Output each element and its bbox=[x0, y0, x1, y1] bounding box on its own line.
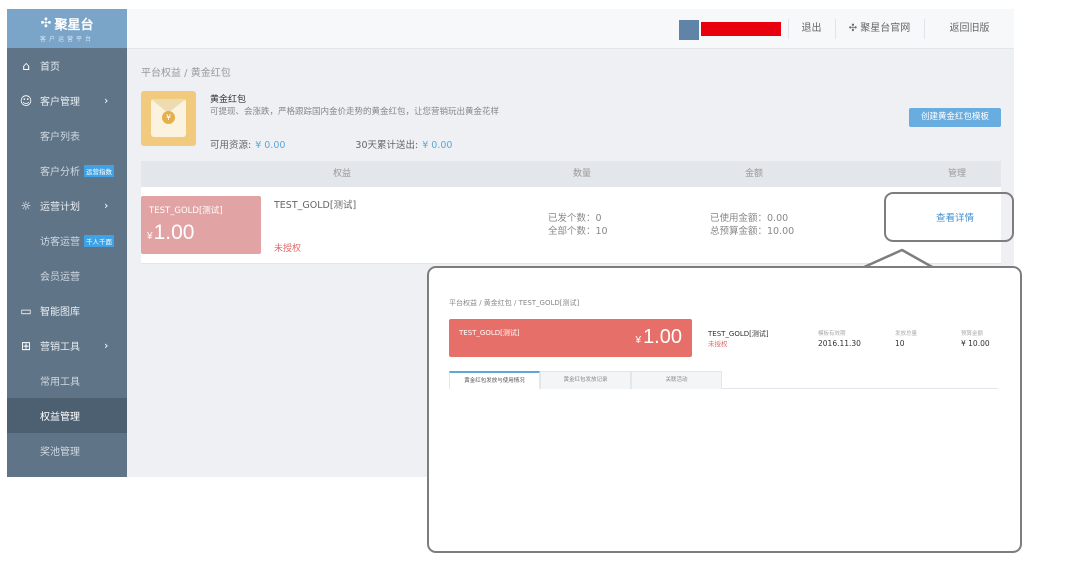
gift-icon: ⊞ bbox=[20, 338, 32, 353]
sidebar-item-label: 客户管理 bbox=[40, 97, 80, 108]
sidebar-item-visitor-operation[interactable]: 访客运营 千人千面 bbox=[7, 223, 127, 258]
amount-values: 已使用金额：0.00 总预算金额：10.00 bbox=[710, 212, 794, 238]
chevron-right-icon: › bbox=[104, 339, 109, 352]
sidebar-item-label: 权益管理 bbox=[40, 412, 80, 423]
logo[interactable]: ✣ 聚星台 客户运营平台 bbox=[7, 9, 127, 48]
benefit-name: TEST_GOLD[测试] bbox=[274, 200, 357, 211]
logo-icon: ✣ bbox=[40, 16, 52, 31]
sidebar-item-label: 常用工具 bbox=[40, 377, 80, 388]
detail-link-highlight bbox=[884, 192, 1014, 242]
sidebar-item-label: 奖池管理 bbox=[40, 447, 80, 458]
detail-tabs: 黄金红包发放与使用情况 黄金红包发放记录 关联活动 bbox=[449, 371, 998, 389]
resource-stats: 可用资源: ¥ 0.00 30天累计送出: ¥ 0.00 bbox=[210, 137, 452, 151]
coupon-card: TEST_GOLD[测试] ¥1.00 bbox=[141, 196, 261, 254]
budget-value: ¥ 10.00 bbox=[961, 339, 990, 348]
sidebar-item-common-tools[interactable]: 常用工具 bbox=[7, 363, 127, 398]
sidebar-item-label: 会员运营 bbox=[40, 272, 80, 283]
logo-icon: ✣ bbox=[848, 23, 861, 34]
create-gold-packet-template-button[interactable]: 创建黄金红包模板 bbox=[909, 108, 1001, 127]
sent-count: 已发个数：0 bbox=[548, 213, 602, 224]
image-icon: ▭ bbox=[20, 303, 32, 318]
intro-title: 黄金红包 bbox=[210, 95, 247, 105]
coupon-amount: ¥1.00 bbox=[635, 326, 683, 348]
sidebar-item-label: 访客运营 bbox=[40, 237, 80, 248]
tab-related-activities[interactable]: 关联活动 bbox=[631, 371, 722, 389]
total-issue-value: 10 bbox=[895, 339, 905, 348]
logout-link[interactable]: 退出 bbox=[789, 9, 834, 49]
budget-column: 预算金额 ¥ 10.00 bbox=[961, 329, 990, 348]
sidebar-item-customer-analysis[interactable]: 客户分析 运营指数 bbox=[7, 153, 127, 188]
username-redacted[interactable]: redacted-user bbox=[701, 22, 781, 36]
available-value: ¥ 0.00 bbox=[255, 140, 286, 151]
total-issue-column: 发放总量 10 bbox=[895, 329, 917, 348]
breadcrumb: 平台权益 / 黄金红包 / TEST_GOLD[测试] bbox=[449, 299, 580, 307]
gold-red-packet-icon: ¥ bbox=[141, 91, 196, 146]
official-site-label: 聚星台官网 bbox=[860, 23, 911, 34]
sidebar-item-prize-pool[interactable]: 奖池管理 bbox=[7, 433, 127, 468]
tab-issue-records[interactable]: 黄金红包发放记录 bbox=[540, 371, 631, 389]
sidebar-item-label: 客户分析 bbox=[40, 167, 80, 178]
validity-label: 模板有效期 bbox=[818, 331, 846, 337]
sidebar-item-label: 客户列表 bbox=[40, 132, 80, 143]
coupon-amount: ¥1.00 bbox=[147, 221, 195, 244]
coupon-name: TEST_GOLD[测试] bbox=[149, 206, 223, 216]
avatar[interactable] bbox=[679, 20, 699, 40]
column-header-manage: 管理 bbox=[948, 169, 967, 179]
table-header: 权益 数量 金额 管理 bbox=[141, 161, 1001, 187]
coupon-name: TEST_GOLD[测试] bbox=[459, 329, 520, 337]
total-count: 全部个数：10 bbox=[548, 226, 608, 237]
sun-icon: ☼ bbox=[20, 198, 32, 213]
sidebar-item-smart-gallery[interactable]: ▭ 智能图库 bbox=[7, 293, 127, 328]
users-icon: ☺ bbox=[19, 93, 33, 108]
budget-label: 预算金额 bbox=[961, 331, 984, 337]
sidebar-item-label: 运营计划 bbox=[40, 202, 80, 213]
chevron-right-icon: › bbox=[104, 199, 109, 212]
intro-description: 可提现、会涨跌，严格跟踪国内金价走势的黄金红包，让您营销玩出黄金花样 bbox=[210, 107, 500, 117]
back-to-old-version-link[interactable]: 返回旧版 bbox=[925, 9, 1014, 49]
breadcrumb: 平台权益 / 黄金红包 bbox=[141, 68, 231, 79]
home-icon: ⌂ bbox=[22, 58, 30, 73]
sidebar-item-operation-plan[interactable]: ☼ 运营计划 › bbox=[7, 188, 127, 223]
feature-badge: 千人千面 bbox=[84, 234, 114, 247]
validity-column: 模板有效期 2016.11.30 bbox=[818, 329, 861, 348]
sidebar-item-member-operation[interactable]: 会员运营 bbox=[7, 258, 127, 293]
budget-amount: 总预算金额：10.00 bbox=[710, 226, 795, 237]
sidebar-item-customer-management[interactable]: ☺ 客户管理 › bbox=[7, 83, 127, 118]
sent30-label: 30天累计送出: bbox=[355, 140, 419, 151]
sidebar-item-marketing-tools[interactable]: ⊞ 营销工具 › bbox=[7, 328, 127, 363]
total-issue-label: 发放总量 bbox=[895, 331, 918, 337]
sidebar-item-label: 营销工具 bbox=[40, 342, 80, 353]
available-label: 可用资源: bbox=[210, 140, 252, 151]
sidebar: ✣ 聚星台 客户运营平台 ⌂ 首页 ☺ 客户管理 › 客户列表 客户分析 运营指… bbox=[7, 9, 127, 477]
column-header-amount: 金额 bbox=[745, 169, 764, 179]
sent30-value: ¥ 0.00 bbox=[422, 140, 453, 151]
coupon-card: TEST_GOLD[测试] ¥1.00 bbox=[449, 319, 692, 357]
column-header-benefit: 权益 bbox=[333, 169, 352, 179]
sidebar-item-customer-list[interactable]: 客户列表 bbox=[7, 118, 127, 153]
status-badge: 未授权 bbox=[274, 244, 302, 254]
column-header-quantity: 数量 bbox=[573, 169, 592, 179]
validity-value: 2016.11.30 bbox=[818, 339, 861, 348]
top-bar: redacted-user 退出 ✣ 聚星台官网 返回旧版 bbox=[127, 9, 1014, 49]
chevron-right-icon: › bbox=[104, 94, 109, 107]
used-amount: 已使用金额：0.00 bbox=[710, 213, 789, 224]
status-badge: 未授权 bbox=[708, 340, 728, 348]
table-row: TEST_GOLD[测试] ¥1.00 TEST_GOLD[测试] 未授权 已发… bbox=[141, 187, 1001, 264]
sidebar-item-label: 首页 bbox=[40, 62, 60, 73]
detail-page-preview: 平台权益 / 黄金红包 / TEST_GOLD[测试] TEST_GOLD[测试… bbox=[427, 266, 1022, 553]
sidebar-item-home[interactable]: ⌂ 首页 bbox=[7, 48, 127, 83]
tab-issue-usage[interactable]: 黄金红包发放与使用情况 bbox=[449, 371, 540, 389]
sidebar-item-label: 智能图库 bbox=[40, 307, 80, 318]
logo-name: 聚星台 bbox=[54, 18, 94, 33]
quantity-values: 已发个数：0 全部个数：10 bbox=[548, 212, 608, 238]
official-site-link[interactable]: ✣ 聚星台官网 bbox=[836, 9, 923, 49]
sidebar-item-benefit-management[interactable]: 权益管理 bbox=[7, 398, 127, 433]
logo-tagline: 客户运营平台 bbox=[39, 36, 94, 43]
feature-badge: 运营指数 bbox=[84, 164, 114, 177]
